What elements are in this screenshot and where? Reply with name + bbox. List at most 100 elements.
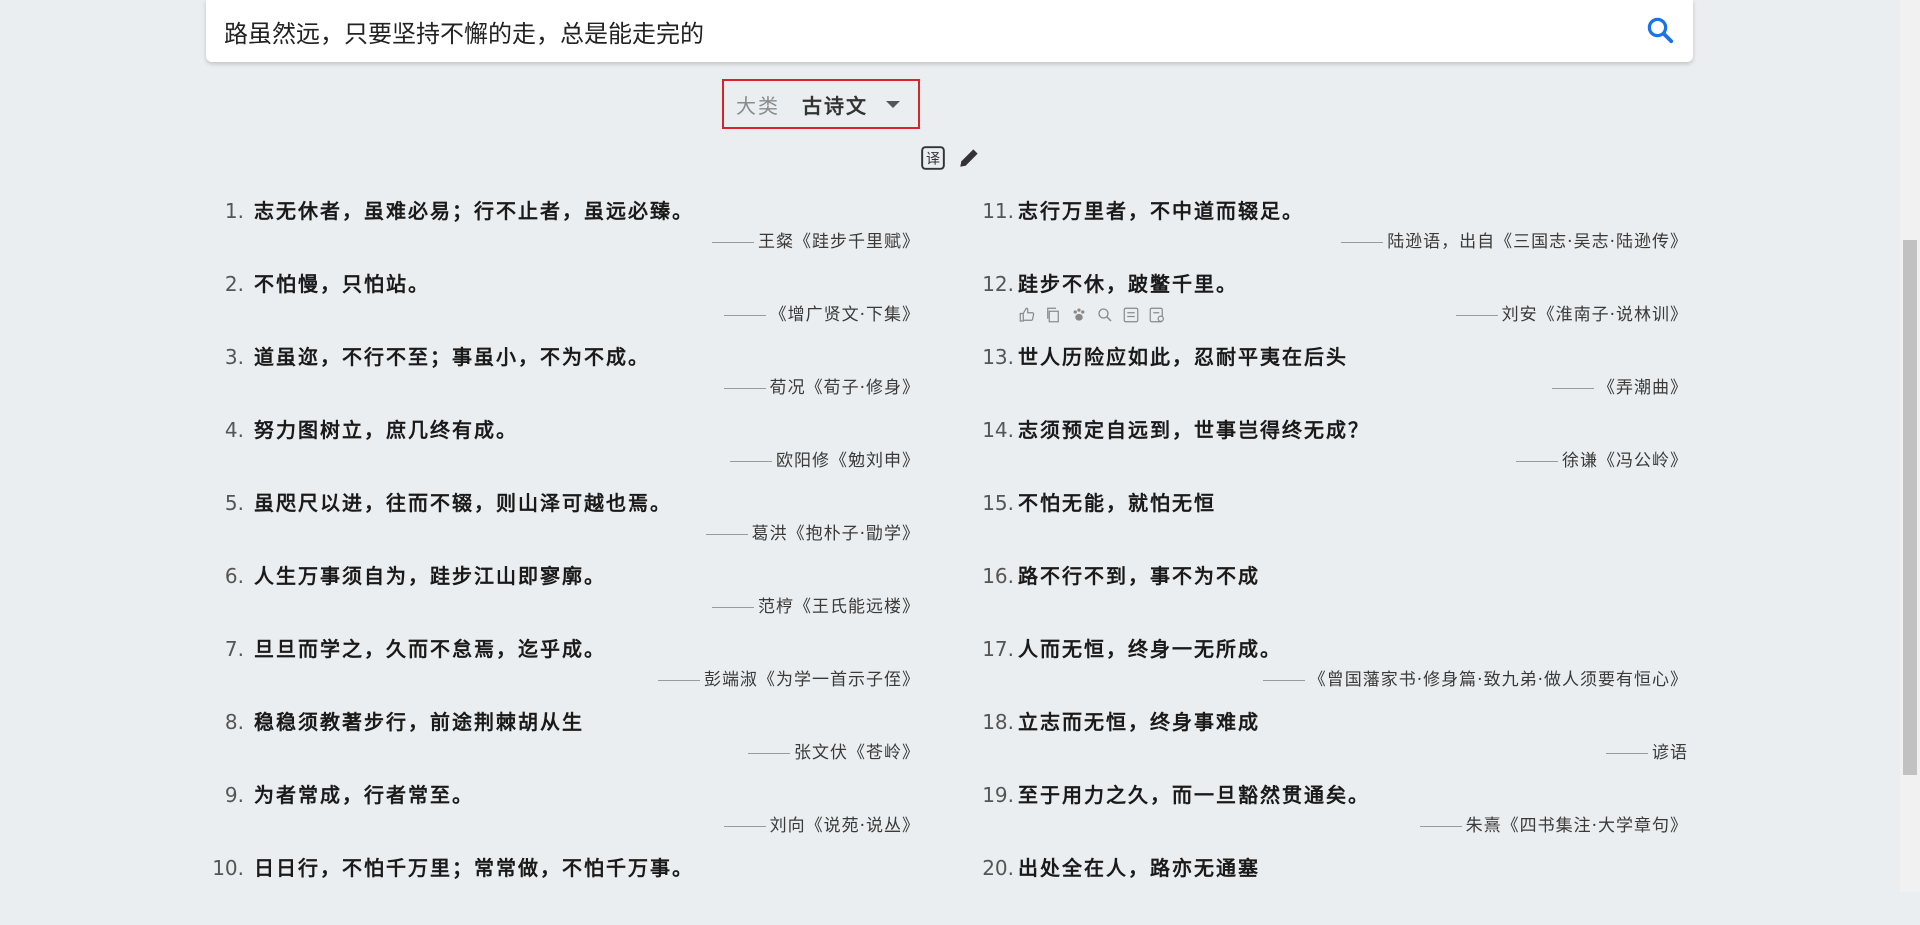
quote-source[interactable]: 刘安《淮南子·说林训》 xyxy=(1455,303,1688,327)
translate-icon[interactable]: 译 xyxy=(920,145,946,171)
quote-text[interactable]: 为者常成，行者常至。 xyxy=(254,779,474,811)
quote-item[interactable]: 5. 虽咫尺以进，往而不辍，则山泽可越也焉。 葛洪《抱朴子·勖学》 xyxy=(206,487,920,560)
quote-item[interactable]: 7. 旦旦而学之，久而不怠焉，迄乎成。 彭端淑《为学一首示子侄》 xyxy=(206,633,920,706)
source-text: 刘安《淮南子·说林训》 xyxy=(1501,305,1688,325)
quote-number: 18. xyxy=(982,710,1014,734)
source-text: 彭端淑《为学一首示子侄》 xyxy=(704,670,920,690)
quote-text[interactable]: 人生万事须自为，跬步江山即寥廓。 xyxy=(254,560,606,592)
quote-text[interactable]: 志须预定自远到，世事岂得终无成？ xyxy=(1018,414,1370,446)
quote-item[interactable]: 13. 世人历险应如此，忍耐平夷在后头《弄潮曲》 xyxy=(970,341,1688,414)
quote-item[interactable]: 8. 稳稳须教著步行，前途荆棘胡从生张文伏《苍岭》 xyxy=(206,706,920,779)
quote-source[interactable]: 《曾国藩家书·修身篇·致九弟·做人须要有恒心》 xyxy=(1262,668,1688,692)
quote-item[interactable]: 16. 路不行不到，事不为不成 xyxy=(970,560,1688,633)
source-text: 徐谦《冯公岭》 xyxy=(1562,451,1688,471)
search-icon[interactable] xyxy=(1096,306,1114,324)
quote-number: 4. xyxy=(224,418,244,442)
quote-number: 12. xyxy=(982,272,1014,296)
quote-source[interactable]: 荀况《荀子·修身》 xyxy=(723,376,920,400)
quote-item[interactable]: 20. 出处全在人，路亦无通塞 xyxy=(970,852,1688,925)
quote-item[interactable]: 3. 道虽迩，不行不至；事虽小，不为不成。荀况《荀子·修身》 xyxy=(206,341,920,414)
quote-text[interactable]: 至于用力之久，而一旦豁然贯通矣。 xyxy=(1018,779,1370,811)
quote-text[interactable]: 虽咫尺以进，往而不辍，则山泽可越也焉。 xyxy=(254,487,672,519)
scrollbar-thumb[interactable] xyxy=(1903,240,1917,775)
quote-text[interactable]: 努力图树立，庶几终有成。 xyxy=(254,414,518,446)
quote-text[interactable]: 日日行，不怕千万里；常常做，不怕千万事。 xyxy=(254,852,694,884)
source-text: 《增广贤文·下集》 xyxy=(769,305,920,325)
source-text: 朱熹《四书集注·大学章句》 xyxy=(1465,816,1688,836)
category-label: 大类 xyxy=(736,93,780,118)
source-dash xyxy=(1341,241,1384,243)
search-icon[interactable] xyxy=(1645,15,1675,45)
source-text: 刘向《说苑·说丛》 xyxy=(769,816,920,836)
quote-number: 17. xyxy=(982,637,1014,661)
quote-list-right: 11. 志行万里者，不中道而辍足。 陆逊语，出自《三国志·吴志·陆逊传》 12. 跬步不… xyxy=(970,195,1688,925)
category-select[interactable]: 大类 古诗文 xyxy=(722,79,920,129)
quote-item[interactable]: 12. 跬步不休，跛鳖千里。刘安《淮南子·说林训》 xyxy=(970,268,1688,341)
quote-source[interactable]: 谚语 xyxy=(1606,741,1688,765)
source-text: 张文伏《苍岭》 xyxy=(794,743,920,763)
quote-item[interactable]: 15. 不怕无能，就怕无恒 xyxy=(970,487,1688,560)
quote-text[interactable]: 道虽迩，不行不至；事虽小，不为不成。 xyxy=(254,341,650,373)
source-dash xyxy=(723,314,766,316)
quote-source[interactable]: 范梈《王氏能远楼》 xyxy=(712,595,920,619)
quote-text[interactable]: 不怕无能，就怕无恒 xyxy=(1018,487,1216,519)
quote-number: 19. xyxy=(982,783,1014,807)
quote-source[interactable]: 刘向《说苑·说丛》 xyxy=(723,814,920,838)
quote-item[interactable]: 6. 人生万事须自为，跬步江山即寥廓。 范梈《王氏能远楼》 xyxy=(206,560,920,633)
quote-item[interactable]: 1. 志无休者，虽难必易；行不止者，虽远必臻。 王粲《跬步千里赋》 xyxy=(206,195,920,268)
quote-text[interactable]: 立志而无恒，终身事难成 xyxy=(1018,706,1260,738)
quote-number: 8. xyxy=(224,710,244,734)
quote-item[interactable]: 19. 至于用力之久，而一旦豁然贯通矣。朱熹《四书集注·大学章句》 xyxy=(970,779,1688,852)
quote-source[interactable]: 王粲《跬步千里赋》 xyxy=(712,230,920,254)
translate-icon[interactable] xyxy=(1122,306,1140,324)
scrollbar[interactable] xyxy=(1900,0,1920,892)
quote-source[interactable]: 《弄潮曲》 xyxy=(1552,376,1688,400)
quote-number: 20. xyxy=(982,856,1014,880)
category-value: 古诗文 xyxy=(802,93,868,118)
quote-item[interactable]: 11. 志行万里者，不中道而辍足。陆逊语，出自《三国志·吴志·陆逊传》 xyxy=(970,195,1688,268)
source-dash xyxy=(1516,460,1558,462)
quote-item[interactable]: 18. 立志而无恒，终身事难成谚语 xyxy=(970,706,1688,779)
source-dash xyxy=(730,460,772,462)
quote-text[interactable]: 稳稳须教著步行，前途荆棘胡从生 xyxy=(254,706,584,738)
thumbs-up-icon[interactable] xyxy=(1018,306,1036,324)
source-text: 荀况《荀子·修身》 xyxy=(769,378,920,398)
quote-source[interactable]: 彭端淑《为学一首示子侄》 xyxy=(658,668,920,692)
quote-number: 13. xyxy=(982,345,1014,369)
search-bar xyxy=(206,0,1693,62)
copy-icon[interactable] xyxy=(1044,306,1062,324)
quote-source[interactable]: 欧阳修《勉刘申》 xyxy=(730,449,920,473)
quote-number: 1. xyxy=(224,199,244,223)
quote-item[interactable]: 10. 日日行，不怕千万里；常常做，不怕千万事。 xyxy=(206,852,920,925)
quote-text[interactable]: 世人历险应如此，忍耐平夷在后头 xyxy=(1018,341,1348,373)
quote-number: 11. xyxy=(982,199,1014,223)
quote-text[interactable]: 志行万里者，不中道而辍足。 xyxy=(1018,195,1304,227)
pencil-icon[interactable] xyxy=(956,145,982,171)
quote-item[interactable]: 14. 志须预定自远到，世事岂得终无成？ 徐谦《冯公岭》 xyxy=(970,414,1688,487)
quote-source[interactable]: 朱熹《四书集注·大学章句》 xyxy=(1419,814,1688,838)
search-input[interactable] xyxy=(224,14,1604,48)
quote-text[interactable]: 不怕慢，只怕站。 xyxy=(254,268,430,300)
quote-text[interactable]: 跬步不休，跛鳖千里。 xyxy=(1018,268,1238,300)
quote-item[interactable]: 2. 不怕慢，只怕站。《增广贤文·下集》 xyxy=(206,268,920,341)
quote-item[interactable]: 9. 为者常成，行者常至。 刘向《说苑·说丛》 xyxy=(206,779,920,852)
source-text: 陆逊语，出自《三国志·吴志·陆逊传》 xyxy=(1387,232,1688,252)
quote-source[interactable]: 葛洪《抱朴子·勖学》 xyxy=(705,522,920,546)
quote-text[interactable]: 旦旦而学之，久而不怠焉，迄乎成。 xyxy=(254,633,606,665)
quote-item[interactable]: 17. 人而无恒，终身一无所成。《曾国藩家书·修身篇·致九弟·做人须要有恒心》 xyxy=(970,633,1688,706)
quote-number: 3. xyxy=(224,345,244,369)
quote-source[interactable]: 徐谦《冯公岭》 xyxy=(1516,449,1688,473)
quote-number: 2. xyxy=(224,272,244,296)
quote-text[interactable]: 路不行不到，事不为不成 xyxy=(1018,560,1260,592)
quote-source[interactable]: 《增广贤文·下集》 xyxy=(723,303,920,327)
quote-source[interactable]: 张文伏《苍岭》 xyxy=(748,741,920,765)
paw-icon[interactable] xyxy=(1070,306,1088,324)
quote-number: 16. xyxy=(982,564,1014,588)
note-icon[interactable] xyxy=(1148,306,1166,324)
quote-text[interactable]: 志无休者，虽难必易；行不止者，虽远必臻。 xyxy=(254,195,694,227)
quote-text[interactable]: 人而无恒，终身一无所成。 xyxy=(1018,633,1282,665)
quote-source[interactable]: 陆逊语，出自《三国志·吴志·陆逊传》 xyxy=(1341,230,1688,254)
source-dash xyxy=(712,241,754,243)
quote-text[interactable]: 出处全在人，路亦无通塞 xyxy=(1018,852,1260,884)
quote-item[interactable]: 4. 努力图树立，庶几终有成。欧阳修《勉刘申》 xyxy=(206,414,920,487)
